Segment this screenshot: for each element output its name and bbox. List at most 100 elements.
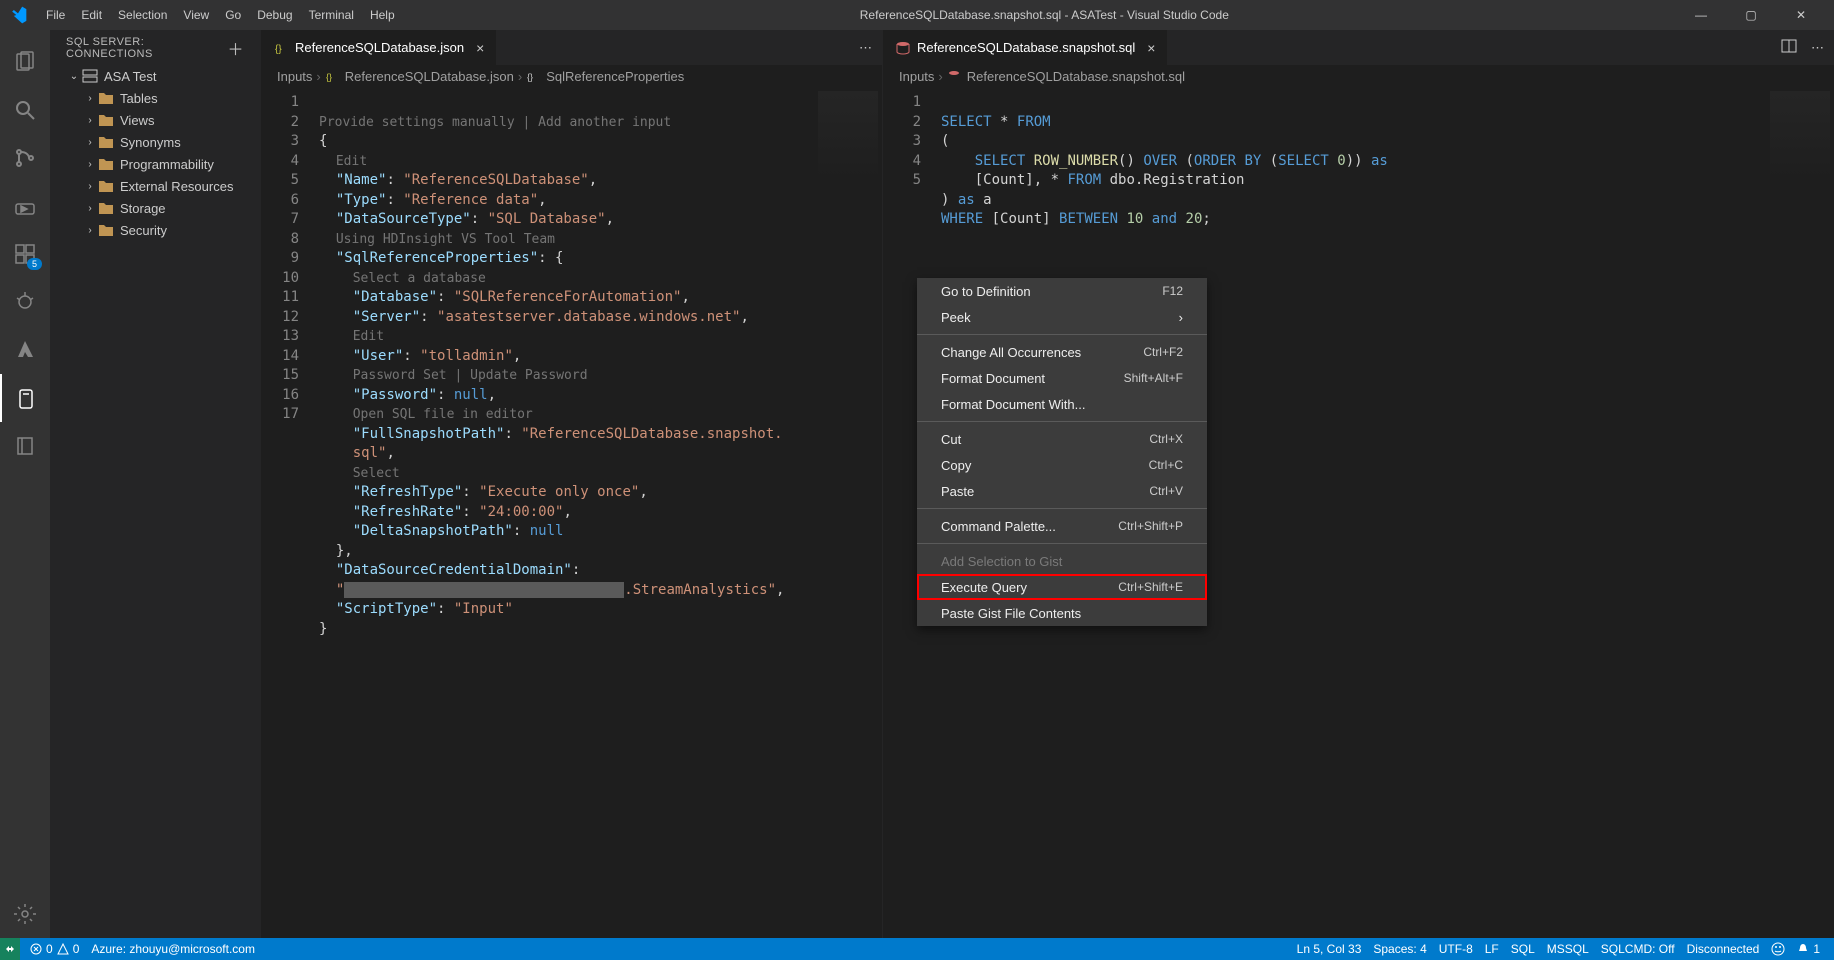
tree-item-security[interactable]: ›Security [58, 219, 252, 241]
chevron-right-icon: › [84, 225, 96, 236]
tree-item-tables[interactable]: ›Tables [58, 87, 252, 109]
bc-prop[interactable]: SqlReferenceProperties [546, 69, 684, 84]
context-menu-paste[interactable]: PasteCtrl+V [917, 478, 1207, 504]
status-azure[interactable]: Azure: zhouyu@microsoft.com [85, 942, 261, 956]
status-lang[interactable]: SQL [1505, 942, 1541, 956]
minimize-button[interactable]: — [1686, 8, 1716, 22]
tree-root[interactable]: ⌄ ASA Test [58, 65, 252, 87]
context-menu-format-document-with-[interactable]: Format Document With... [917, 391, 1207, 417]
tree-item-external-resources[interactable]: ›External Resources [58, 175, 252, 197]
bc-file[interactable]: ReferenceSQLDatabase.json [345, 69, 514, 84]
remote-icon[interactable] [0, 938, 20, 960]
tree-item-synonyms[interactable]: ›Synonyms [58, 131, 252, 153]
context-menu-peek[interactable]: Peek › [917, 304, 1207, 330]
tab-json-label: ReferenceSQLDatabase.json [295, 40, 464, 55]
context-menu-change-all-occurrences[interactable]: Change All OccurrencesCtrl+F2 [917, 339, 1207, 365]
menu-file[interactable]: File [38, 0, 73, 30]
azure-icon[interactable] [0, 326, 50, 374]
menu-selection[interactable]: Selection [110, 0, 175, 30]
menu-help[interactable]: Help [362, 0, 403, 30]
explorer-icon[interactable] [0, 38, 50, 86]
context-menu-command-palette-[interactable]: Command Palette...Ctrl+Shift+P [917, 513, 1207, 539]
breadcrumb-left[interactable]: Inputs › {} ReferenceSQLDatabase.json › … [261, 65, 882, 87]
tabbar-right: ReferenceSQLDatabase.snapshot.sql × ⋯ [883, 30, 1834, 65]
context-menu-cut[interactable]: CutCtrl+X [917, 426, 1207, 452]
status-sqlcmd[interactable]: SQLCMD: Off [1595, 942, 1681, 956]
status-spaces[interactable]: Spaces: 4 [1367, 942, 1432, 956]
tree-item-programmability[interactable]: ›Programmability [58, 153, 252, 175]
tab-json[interactable]: {} ReferenceSQLDatabase.json × [261, 30, 497, 65]
breadcrumb-right[interactable]: Inputs › ReferenceSQLDatabase.snapshot.s… [883, 65, 1834, 87]
tree-item-label: Synonyms [120, 135, 181, 150]
book-icon[interactable] [0, 422, 50, 470]
chevron-down-icon: ⌄ [68, 71, 80, 82]
folder-icon [98, 91, 114, 105]
json-code-area[interactable]: 1234567891011121314151617 Provide settin… [261, 87, 882, 938]
close-tab-icon[interactable]: × [476, 40, 484, 56]
tree-item-label: Programmability [120, 157, 214, 172]
context-menu-separator [917, 334, 1207, 335]
folder-icon [98, 223, 114, 237]
extensions-icon[interactable]: 5 [0, 230, 50, 278]
close-tab-icon[interactable]: × [1147, 40, 1155, 56]
menu-go[interactable]: Go [217, 0, 249, 30]
debug-alt-icon[interactable] [0, 278, 50, 326]
context-menu-separator [917, 421, 1207, 422]
close-button[interactable]: ✕ [1786, 8, 1816, 22]
cm-label: Paste [941, 484, 974, 499]
status-ln-col[interactable]: Ln 5, Col 33 [1291, 942, 1368, 956]
settings-gear-icon[interactable] [0, 890, 50, 938]
context-menu-execute-query[interactable]: Execute QueryCtrl+Shift+E [917, 574, 1207, 600]
sidebar: SQL SERVER: CONNECTIONS ＋ ⌄ ASA Test ›Ta… [50, 30, 260, 938]
split-editor-icon[interactable] [1781, 38, 1797, 57]
bc-file[interactable]: ReferenceSQLDatabase.snapshot.sql [967, 69, 1185, 84]
status-feedback-icon[interactable] [1765, 942, 1791, 956]
tab-sql-label: ReferenceSQLDatabase.snapshot.sql [917, 40, 1135, 55]
tree-item-label: Views [120, 113, 154, 128]
maximize-button[interactable]: ▢ [1736, 8, 1766, 22]
tree-item-storage[interactable]: ›Storage [58, 197, 252, 219]
bc-inputs[interactable]: Inputs [899, 69, 934, 84]
status-eol[interactable]: LF [1479, 942, 1505, 956]
svg-text:{}: {} [275, 44, 282, 55]
cm-label: Format Document [941, 371, 1045, 386]
tree-item-label: External Resources [120, 179, 233, 194]
status-bell-icon[interactable]: 1 [1791, 942, 1826, 956]
more-actions-icon[interactable]: ⋯ [1811, 40, 1824, 56]
cm-label: Peek [941, 310, 971, 325]
status-errors[interactable]: 0 0 [24, 942, 85, 956]
tab-sql[interactable]: ReferenceSQLDatabase.snapshot.sql × [883, 30, 1168, 65]
context-menu: Go to DefinitionF12 Peek › Change All Occur… [917, 278, 1207, 626]
tree-item-views[interactable]: ›Views [58, 109, 252, 131]
json-code[interactable]: Provide settings manually | Add another … [319, 87, 882, 938]
tree-item-label: Tables [120, 91, 158, 106]
bc-inputs[interactable]: Inputs [277, 69, 312, 84]
context-menu-copy[interactable]: CopyCtrl+C [917, 452, 1207, 478]
svg-text:{}: {} [326, 72, 332, 82]
menu-debug[interactable]: Debug [249, 0, 300, 30]
context-menu-go-to-definition[interactable]: Go to DefinitionF12 [917, 278, 1207, 304]
source-control-icon[interactable] [0, 134, 50, 182]
status-mssql[interactable]: MSSQL [1541, 942, 1595, 956]
menu-view[interactable]: View [175, 0, 217, 30]
statusbar: 0 0 Azure: zhouyu@microsoft.com Ln 5, Co… [0, 938, 1834, 960]
search-icon[interactable] [0, 86, 50, 134]
cm-label: Change All Occurrences [941, 345, 1081, 360]
menu-edit[interactable]: Edit [73, 0, 110, 30]
window-title: ReferenceSQLDatabase.snapshot.sql - ASAT… [403, 8, 1686, 22]
sql-server-icon[interactable] [0, 374, 50, 422]
cm-label: Go to Definition [941, 284, 1031, 299]
context-menu-format-document[interactable]: Format DocumentShift+Alt+F [917, 365, 1207, 391]
cm-label: Format Document With... [941, 397, 1085, 412]
status-encoding[interactable]: UTF-8 [1433, 942, 1479, 956]
status-disconnected[interactable]: Disconnected [1681, 942, 1766, 956]
folder-icon [98, 113, 114, 127]
menu-terminal[interactable]: Terminal [301, 0, 362, 30]
add-connection-icon[interactable]: ＋ [227, 36, 244, 60]
object-icon: {} [526, 69, 540, 83]
context-menu-paste-gist-file-contents[interactable]: Paste Gist File Contents [917, 600, 1207, 626]
chevron-right-icon: › [1179, 310, 1183, 325]
run-debug-icon[interactable] [0, 182, 50, 230]
more-actions-icon[interactable]: ⋯ [859, 40, 872, 56]
tree-root-label: ASA Test [104, 69, 157, 84]
